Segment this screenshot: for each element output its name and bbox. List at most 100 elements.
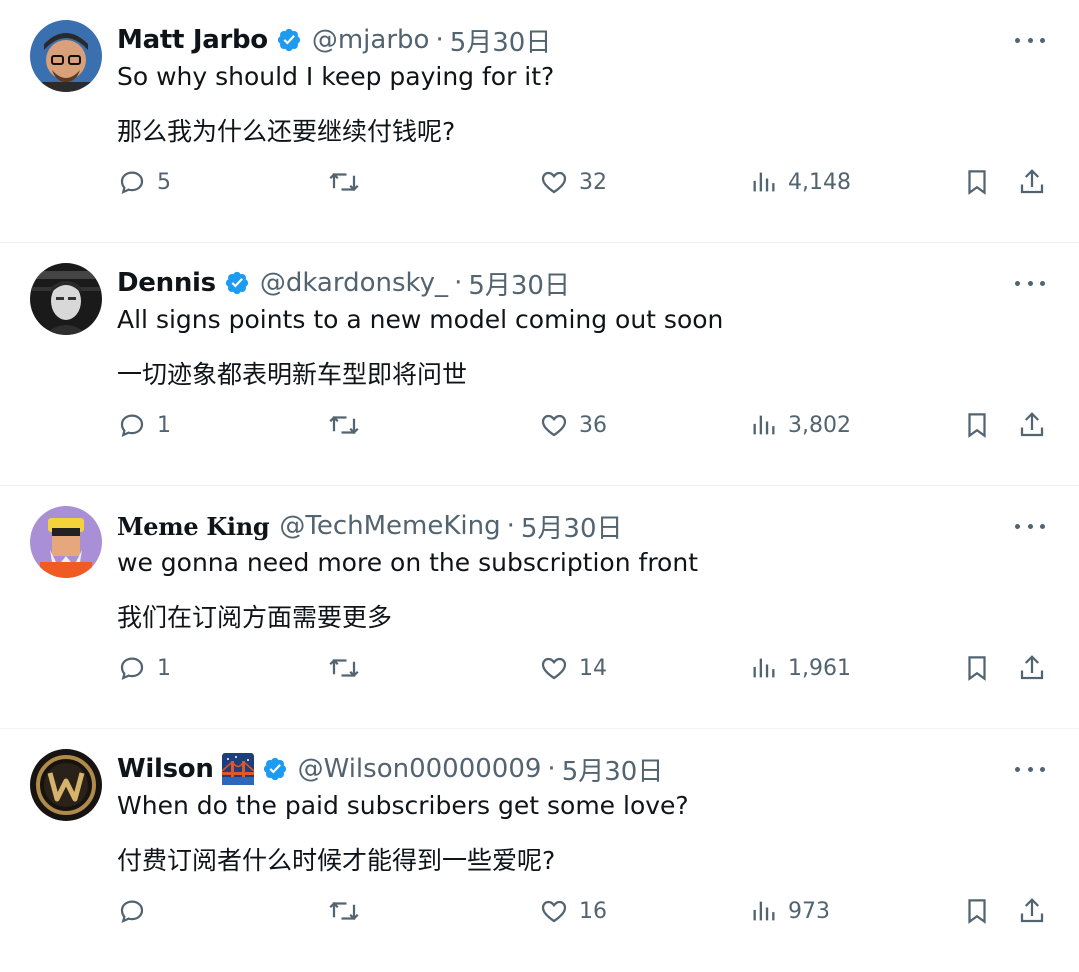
reply-icon — [117, 653, 147, 683]
like-count: 36 — [579, 412, 607, 438]
views-count: 1,961 — [788, 655, 851, 681]
like-icon — [539, 653, 569, 683]
display-name[interactable]: Dennis — [117, 268, 216, 298]
share-icon — [1017, 410, 1047, 440]
like-count: 14 — [579, 655, 607, 681]
bookmark-button[interactable] — [962, 162, 992, 202]
tweet[interactable]: Dennis @dkardonsky_ · 5月30日 All signs po… — [0, 243, 1079, 486]
tweet-translation: 那么我为什么还要继续付钱呢? — [117, 117, 456, 146]
retweet-button[interactable] — [327, 891, 361, 931]
bookmark-icon — [962, 896, 992, 926]
share-button[interactable] — [1017, 405, 1047, 445]
like-button[interactable]: 16 — [539, 891, 607, 931]
like-button[interactable]: 32 — [539, 162, 607, 202]
reply-button[interactable]: 1 — [117, 405, 171, 445]
bridge-emoji-icon — [221, 753, 254, 785]
views-count: 4,148 — [788, 169, 851, 195]
like-button[interactable]: 14 — [539, 648, 607, 688]
separator: · — [435, 25, 444, 55]
more-icon[interactable] — [1015, 516, 1045, 536]
tweet[interactable]: Wilson @Wilson00000009 · 5月30日 When do t… — [0, 729, 1079, 972]
more-icon[interactable] — [1015, 30, 1045, 50]
views-icon — [750, 168, 778, 196]
action-bar: 5 32 4,148 — [0, 162, 1079, 202]
tweet[interactable]: 𝐌𝐞𝐦𝐞 𝐊𝐢𝐧𝐠 @TechMemeKing · 5月30日 we gonna… — [0, 486, 1079, 729]
timestamp[interactable]: 5月30日 — [468, 265, 570, 302]
tweet-text: So why should I keep paying for it? — [117, 62, 555, 91]
like-icon — [539, 167, 569, 197]
handle[interactable]: @dkardonsky_ — [260, 268, 448, 298]
like-button[interactable]: 36 — [539, 405, 607, 445]
retweet-button[interactable] — [327, 648, 361, 688]
reply-count: 1 — [157, 412, 171, 438]
like-icon — [539, 410, 569, 440]
reply-count: 5 — [157, 169, 171, 195]
share-icon — [1017, 653, 1047, 683]
share-icon — [1017, 896, 1047, 926]
bookmark-icon — [962, 167, 992, 197]
reply-button[interactable]: 5 — [117, 162, 171, 202]
verified-badge-icon — [224, 270, 250, 296]
views-button[interactable]: 1,961 — [750, 648, 851, 688]
verified-badge-icon — [276, 27, 302, 53]
bookmark-button[interactable] — [962, 891, 992, 931]
handle[interactable]: @Wilson00000009 — [298, 754, 542, 784]
tweet-text: When do the paid subscribers get some lo… — [117, 791, 689, 820]
more-icon[interactable] — [1015, 759, 1045, 779]
timestamp[interactable]: 5月30日 — [521, 508, 623, 545]
like-count: 32 — [579, 169, 607, 195]
tweet[interactable]: Matt Jarbo @mjarbo · 5月30日 So why should… — [0, 0, 1079, 243]
handle[interactable]: @mjarbo — [312, 25, 430, 55]
avatar[interactable] — [30, 263, 102, 335]
bookmark-icon — [962, 653, 992, 683]
action-bar: 1 14 1,961 — [0, 648, 1079, 688]
separator: · — [454, 268, 463, 298]
views-icon — [750, 897, 778, 925]
avatar[interactable] — [30, 506, 102, 578]
bookmark-button[interactable] — [962, 648, 992, 688]
share-button[interactable] — [1017, 162, 1047, 202]
reply-count: 1 — [157, 655, 171, 681]
action-bar: 1 36 3,802 — [0, 405, 1079, 445]
retweet-icon — [327, 167, 361, 197]
display-name[interactable]: Matt Jarbo — [117, 25, 268, 55]
tweet-translation: 付费订阅者什么时候才能得到一些爱呢? — [117, 846, 556, 875]
action-bar: 16 973 — [0, 891, 1079, 931]
reply-button[interactable]: 1 — [117, 648, 171, 688]
retweet-button[interactable] — [327, 405, 361, 445]
timestamp[interactable]: 5月30日 — [450, 22, 552, 59]
tweet-text: All signs points to a new model coming o… — [117, 305, 724, 334]
timestamp[interactable]: 5月30日 — [562, 751, 664, 788]
share-icon — [1017, 167, 1047, 197]
separator: · — [506, 511, 515, 541]
avatar[interactable] — [30, 749, 102, 821]
retweet-icon — [327, 410, 361, 440]
like-icon — [539, 896, 569, 926]
reply-icon — [117, 896, 147, 926]
verified-badge-icon — [262, 756, 288, 782]
tweet-translation: 我们在订阅方面需要更多 — [117, 603, 393, 632]
more-icon[interactable] — [1015, 273, 1045, 293]
retweet-icon — [327, 653, 361, 683]
views-button[interactable]: 4,148 — [750, 162, 851, 202]
share-button[interactable] — [1017, 891, 1047, 931]
views-button[interactable]: 3,802 — [750, 405, 851, 445]
bookmark-button[interactable] — [962, 405, 992, 445]
display-name[interactable]: Wilson — [117, 754, 214, 784]
views-button[interactable]: 973 — [750, 891, 830, 931]
tweet-text: we gonna need more on the subscription f… — [117, 548, 698, 577]
views-icon — [750, 411, 778, 439]
reply-button[interactable] — [117, 891, 157, 931]
retweet-icon — [327, 896, 361, 926]
separator: · — [547, 754, 556, 784]
handle[interactable]: @TechMemeKing — [279, 511, 500, 541]
display-name[interactable]: 𝐌𝐞𝐦𝐞 𝐊𝐢𝐧𝐠 — [117, 512, 270, 541]
views-count: 3,802 — [788, 412, 851, 438]
reply-icon — [117, 410, 147, 440]
reply-icon — [117, 167, 147, 197]
avatar[interactable] — [30, 20, 102, 92]
share-button[interactable] — [1017, 648, 1047, 688]
tweet-translation: 一切迹象都表明新车型即将问世 — [117, 360, 468, 389]
views-count: 973 — [788, 898, 830, 924]
retweet-button[interactable] — [327, 162, 361, 202]
